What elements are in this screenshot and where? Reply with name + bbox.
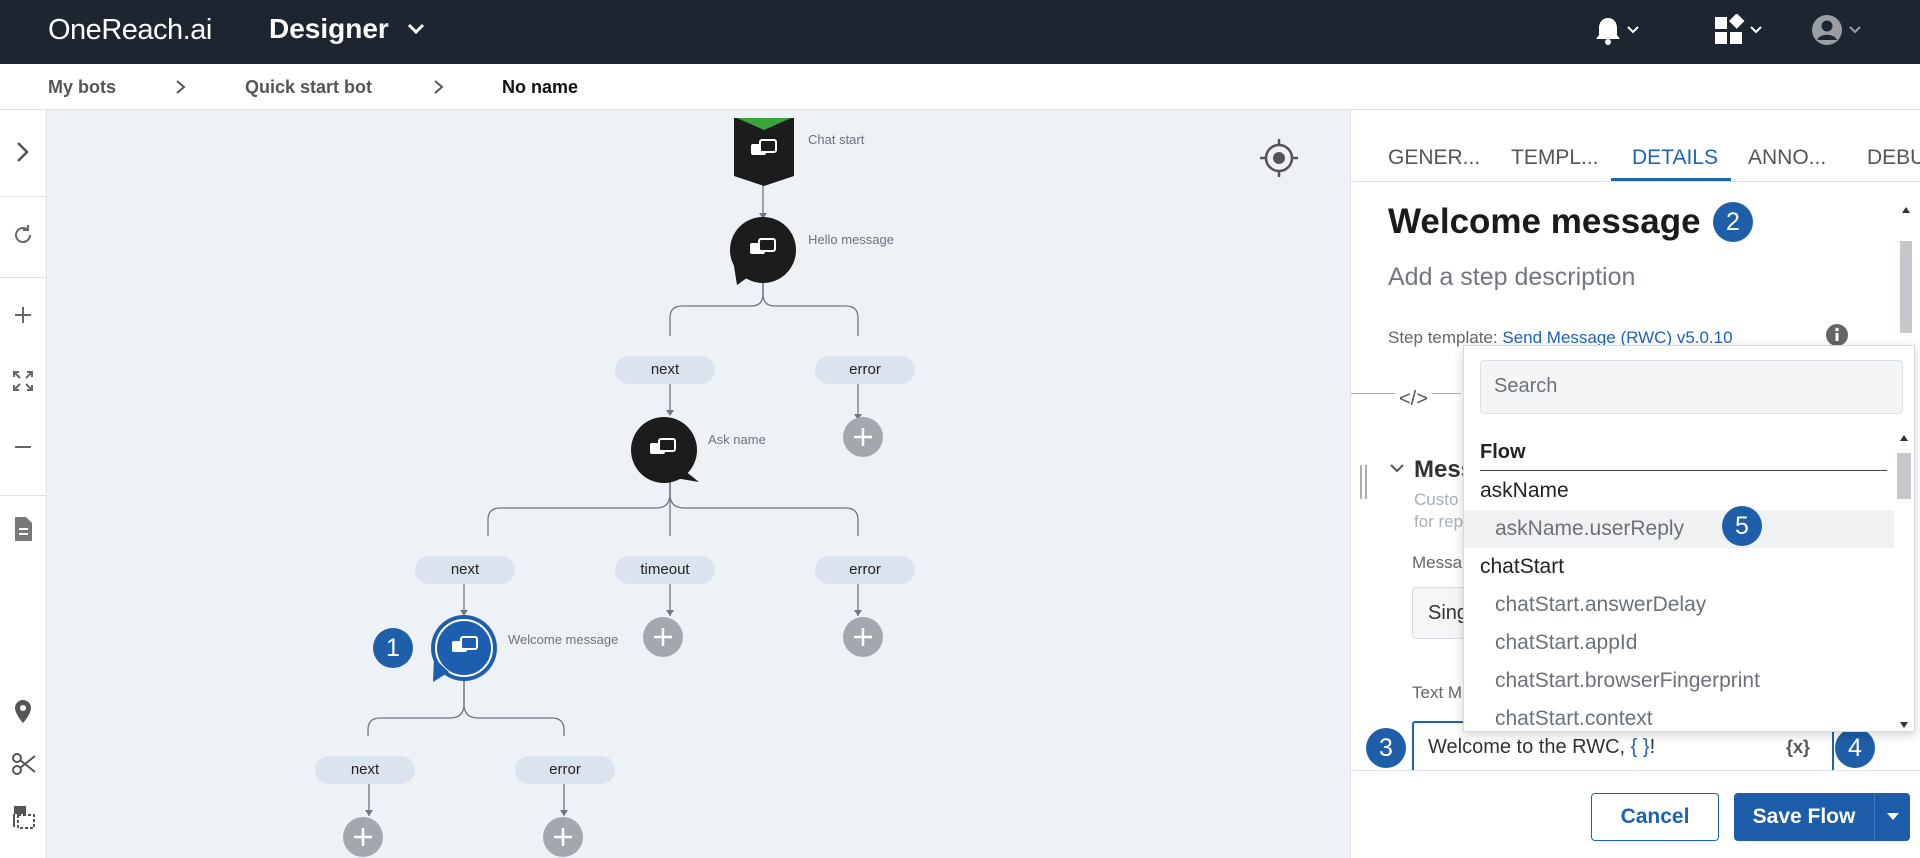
add-step-button[interactable] (543, 817, 583, 857)
edge-label-next[interactable]: next (615, 356, 715, 384)
edge-label-next[interactable]: next (415, 556, 515, 584)
section-subtext: Custo (1414, 490, 1459, 509)
variable-placeholder[interactable]: { } (1631, 736, 1650, 758)
zoom-out-icon[interactable] (11, 435, 35, 459)
tab-debug[interactable]: DEBU (1867, 146, 1920, 170)
add-step-button[interactable] (843, 417, 883, 457)
dropdown-scrollbar[interactable] (1894, 431, 1914, 731)
scissors-icon[interactable] (11, 750, 37, 778)
app-title[interactable]: Designer (269, 13, 389, 45)
drag-handle-icon[interactable] (1359, 465, 1369, 499)
refresh-icon[interactable] (11, 223, 35, 247)
dropdown-section-header: Flow (1480, 441, 1526, 463)
callout-badge: 4 (1835, 728, 1875, 768)
variable-item[interactable]: chatStart.answerDelay (1464, 586, 1894, 624)
save-options-button[interactable] (1874, 793, 1910, 841)
node-label-welcome: Welcome message (508, 632, 619, 647)
variable-search-input[interactable]: Search (1480, 360, 1903, 414)
variable-item[interactable]: chatStart.browserFingerprint (1464, 662, 1894, 700)
callout-badge: 5 (1722, 506, 1762, 546)
locate-target-icon[interactable] (1260, 139, 1298, 177)
text-message-label: Text M (1412, 683, 1463, 702)
node-label-chat-start: Chat start (808, 132, 865, 147)
variable-picker-dropdown: Search Flow askName askName.userReply ch… (1463, 345, 1915, 732)
info-icon[interactable] (1825, 323, 1849, 347)
node-label-ask-name: Ask name (708, 432, 766, 447)
onereach-logo[interactable]: OneReach.ai (48, 14, 212, 47)
chevron-down-icon[interactable] (404, 14, 428, 44)
callout-badge: 1 (373, 628, 413, 668)
toolbar-divider (0, 196, 46, 197)
breadcrumb-my-bots[interactable]: My bots (48, 77, 116, 98)
select-area-icon[interactable] (11, 803, 37, 831)
apps-icon[interactable] (1713, 14, 1773, 48)
edge-label-error[interactable]: error (815, 556, 915, 584)
insert-variable-button[interactable]: {x} (1786, 737, 1810, 758)
toolbar-divider (0, 495, 46, 496)
variable-item[interactable]: askName.userReply (1464, 510, 1894, 548)
tab-details[interactable]: DETAILS (1632, 146, 1718, 170)
add-step-button[interactable] (843, 617, 883, 657)
breadcrumb-current: No name (502, 77, 579, 97)
chevron-right-icon (434, 80, 444, 94)
callout-badge: 2 (1713, 202, 1753, 242)
text-message-suffix: ! (1649, 736, 1656, 758)
variable-item[interactable]: chatStart.context (1464, 700, 1894, 731)
chevron-right-icon (176, 80, 186, 94)
variable-group-item[interactable]: chatStart (1464, 548, 1894, 586)
location-pin-icon[interactable] (11, 698, 35, 726)
top-navigation-bar: OneReach.ai Designer (0, 0, 1920, 64)
edge-label-error[interactable]: error (515, 756, 615, 784)
edge-label-timeout[interactable]: timeout (615, 556, 715, 584)
bell-icon[interactable] (1590, 14, 1650, 48)
flow-canvas[interactable]: Chat start Hello message Ask name Welcom… (47, 110, 1350, 858)
panel-tabs: GENER... TEMPL... DETAILS ANNO... DEBU (1351, 110, 1920, 182)
document-icon[interactable] (11, 515, 35, 543)
add-step-button[interactable] (643, 617, 683, 657)
chevron-down-icon[interactable] (1389, 460, 1405, 476)
tab-template[interactable]: TEMPL... (1511, 146, 1599, 170)
variable-item[interactable]: chatStart.appId (1464, 624, 1894, 662)
callout-badge: 3 (1366, 728, 1406, 768)
active-tab-indicator (1611, 178, 1731, 181)
breadcrumb-quick-start-bot[interactable]: Quick start bot (245, 77, 372, 98)
panel-footer: Cancel Save Flow (1351, 770, 1920, 858)
cancel-button[interactable]: Cancel (1591, 793, 1719, 841)
save-flow-button[interactable]: Save Flow (1734, 793, 1874, 841)
variable-group-item[interactable]: askName (1464, 472, 1894, 510)
message-type-label: Messa (1412, 553, 1463, 572)
expand-panel-icon[interactable] (11, 140, 35, 164)
user-account-icon[interactable] (1810, 14, 1870, 48)
edge-label-next[interactable]: next (315, 756, 415, 784)
text-message-prefix: Welcome to the RWC, (1428, 736, 1631, 758)
add-step-button[interactable] (343, 817, 383, 857)
edge-label-error[interactable]: error (815, 356, 915, 384)
breadcrumb: My bots Quick start bot No name (0, 64, 1920, 110)
tab-annotations[interactable]: ANNO... (1748, 146, 1826, 170)
section-subtext: for rep (1414, 512, 1464, 531)
zoom-in-icon[interactable] (11, 303, 35, 327)
step-title[interactable]: Welcome message (1388, 202, 1701, 242)
section-divider (1480, 470, 1887, 471)
toolbar-divider (0, 277, 46, 278)
step-description-field[interactable]: Add a step description (1388, 263, 1635, 292)
node-label-hello: Hello message (808, 232, 894, 247)
code-toggle[interactable]: </> (1395, 388, 1432, 411)
caret-down-icon (1887, 813, 1899, 820)
canvas-toolbar (0, 110, 47, 858)
fit-screen-icon[interactable] (11, 369, 35, 393)
tab-general[interactable]: GENER... (1388, 146, 1480, 170)
